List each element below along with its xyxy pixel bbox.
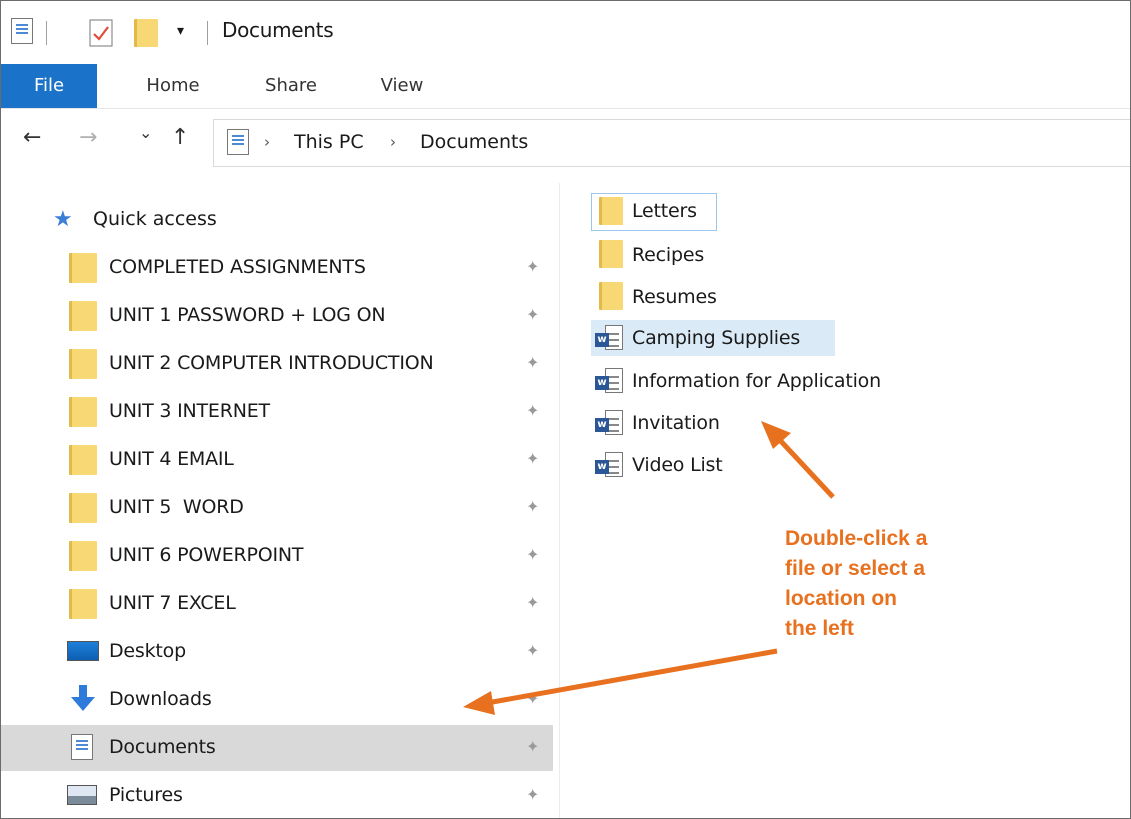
file-explorer-window: ▾ Documents File Home Share View ← → ⌄ ↑…	[0, 0, 1131, 819]
arrow-to-nav-pane	[463, 648, 778, 715]
annotation-arrows	[463, 421, 835, 715]
arrow-to-files	[761, 421, 835, 499]
